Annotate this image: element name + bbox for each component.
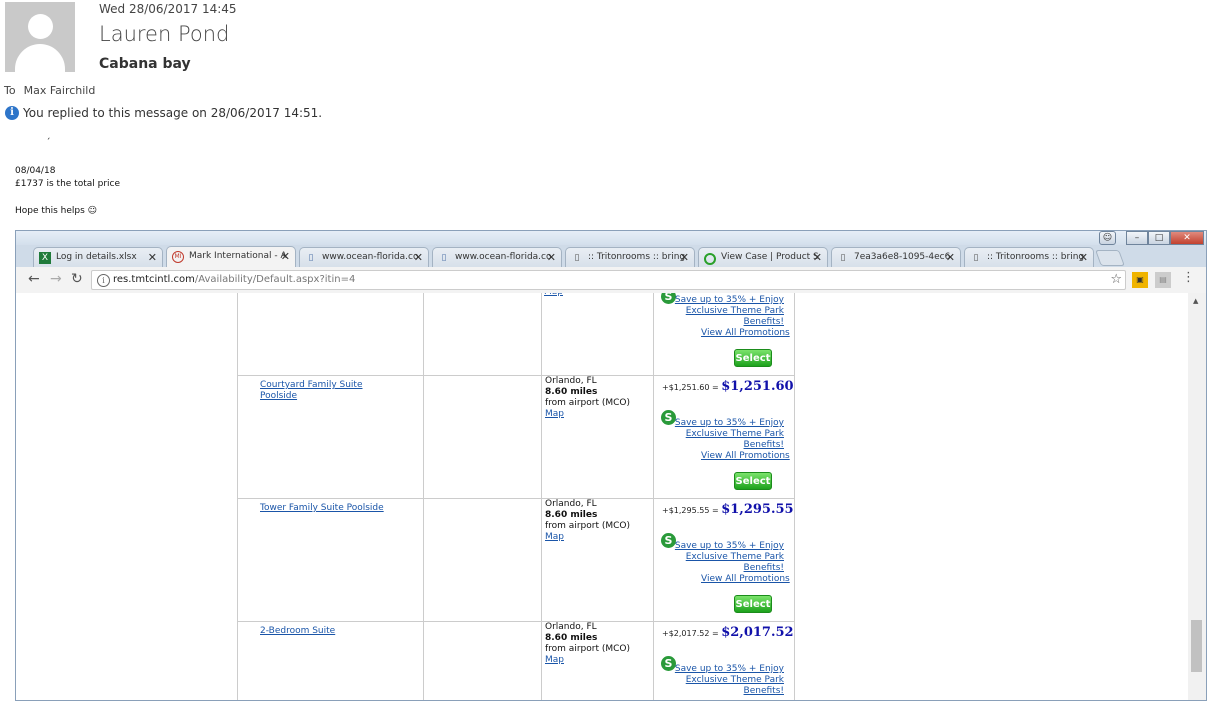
body-date-line: 08/04/18: [15, 166, 56, 176]
site-logo-icon: MI: [172, 251, 184, 263]
browser-tab[interactable]: ▯:: Tritonrooms :: bring ✕: [565, 247, 695, 268]
close-tab-icon[interactable]: ✕: [680, 251, 689, 264]
close-tab-icon[interactable]: ✕: [813, 251, 822, 264]
menu-icon[interactable]: ⋮: [1182, 270, 1195, 285]
window-title-bar: [16, 231, 1206, 245]
document-icon: ▯: [840, 253, 846, 263]
location-info: Orlando, FL 8.60 miles from airport (MCO) M…: [545, 622, 630, 665]
document-icon: ▯: [973, 253, 979, 263]
close-tab-icon[interactable]: ✕: [946, 251, 955, 264]
price-line: +$1,295.55 = $1,295.55: [662, 502, 794, 517]
browser-toolbar: ← → ↻ i res.tmtcintl.com/Availability/De…: [16, 267, 1206, 294]
view-all-promotions-link[interactable]: View All Promotions: [701, 574, 790, 584]
map-link[interactable]: Map: [545, 532, 564, 542]
replied-notice[interactable]: You replied to this message on 28/06/201…: [23, 106, 322, 120]
url-path: /Availability/Default.aspx?itin=4: [194, 274, 356, 285]
page-icon: ▯: [441, 253, 447, 263]
body-closing: Hope this helps ☺: [15, 206, 98, 216]
to-label: To: [4, 84, 16, 97]
vertical-scrollbar[interactable]: ▲: [1188, 293, 1206, 700]
document-icon: ▯: [574, 253, 580, 263]
page-icon: ▯: [308, 253, 314, 263]
browser-tab[interactable]: X Log in details.xlsx ✕: [33, 247, 163, 268]
view-all-promotions-link[interactable]: View All Promotions: [701, 451, 790, 461]
url-text[interactable]: res.tmtcintl.com/Availability/Default.as…: [113, 274, 355, 285]
minimize-button[interactable]: –: [1126, 231, 1148, 245]
browser-tab[interactable]: View Case | Product S ✕: [698, 247, 828, 268]
select-button[interactable]: Select: [734, 595, 772, 613]
location-info: Orlando, FL 8.60 miles from airport (MCO) M…: [545, 376, 630, 419]
extension-icon[interactable]: ▣: [1132, 272, 1148, 288]
location-info: Orlando, FL 8.60 miles from airport (MCO) M…: [545, 499, 630, 542]
info-icon: i: [5, 106, 19, 120]
maximize-button[interactable]: □: [1148, 231, 1170, 245]
body-price-line: £1737 is the total price: [15, 179, 121, 189]
view-all-promotions-link[interactable]: View All Promotions: [701, 328, 790, 338]
close-tab-icon[interactable]: ✕: [148, 251, 157, 264]
room-name-link[interactable]: Tower Family Suite Poolside: [260, 503, 384, 514]
tab-label: www.ocean-florida.co: [455, 252, 552, 262]
bookmark-star-icon[interactable]: ☆: [1110, 272, 1122, 287]
tab-label: :: Tritonrooms :: bring: [588, 252, 686, 262]
total-price: $1,251.60: [721, 379, 794, 394]
page-viewport: Map S Save up to 35% + EnjoyExclusive Th…: [16, 293, 1188, 700]
total-price: $1,295.55: [721, 502, 794, 517]
price-line: +$1,251.60 = $1,251.60: [662, 379, 794, 394]
message-subject: Cabana bay: [99, 56, 191, 72]
close-tab-icon[interactable]: ✕: [414, 251, 423, 264]
promo-link[interactable]: Save up to 35% + Enjoy Exclusive Theme Pa…: [652, 295, 784, 328]
price-line: +$2,017.52 = $2,017.52: [662, 625, 794, 640]
sender-avatar: [5, 2, 75, 72]
tab-label: Mark International - A: [189, 251, 287, 261]
promo-link[interactable]: Save up to 35% + Enjoy Exclusive Theme Pa…: [652, 541, 784, 574]
tab-bar: X Log in details.xlsx ✕ MI Mark Internation…: [16, 245, 1206, 268]
forward-icon[interactable]: →: [50, 271, 62, 287]
recipient-name[interactable]: Max Fairchild: [24, 84, 96, 97]
pdf-extension-icon[interactable]: ▤: [1155, 272, 1171, 288]
new-tab-button[interactable]: [1095, 250, 1125, 266]
browser-tab[interactable]: ▯ www.ocean-florida.co ✕: [299, 247, 429, 268]
user-icon[interactable]: ☺: [1099, 231, 1116, 245]
tab-label: Log in details.xlsx: [56, 252, 137, 262]
tab-label: 7ea3a6e8-1095-4ec6: [854, 252, 951, 262]
close-tab-icon[interactable]: ✕: [281, 250, 290, 263]
url-host: res.tmtcintl.com: [113, 274, 195, 285]
select-button[interactable]: Select: [734, 472, 772, 490]
browser-tab[interactable]: ▯ www.ocean-florida.co ✕: [432, 247, 562, 268]
close-tab-icon[interactable]: ✕: [1079, 251, 1088, 264]
close-window-button[interactable]: ✕: [1170, 231, 1204, 245]
service-icon: [704, 253, 716, 265]
reload-icon[interactable]: ↻: [71, 271, 83, 287]
browser-tab[interactable]: ▯:: Tritonrooms :: bring ✕: [964, 247, 1094, 268]
back-icon[interactable]: ←: [28, 271, 40, 287]
address-bar[interactable]: i res.tmtcintl.com/Availability/Default.…: [91, 270, 1126, 290]
scroll-thumb[interactable]: [1191, 620, 1202, 672]
site-info-icon[interactable]: i: [97, 274, 110, 287]
select-button[interactable]: Select: [734, 349, 772, 367]
body-fragment: ´: [46, 138, 51, 148]
sender-name[interactable]: Lauren Pond: [99, 22, 229, 46]
close-tab-icon[interactable]: ✕: [547, 251, 556, 264]
tab-label: View Case | Product S: [721, 252, 819, 262]
total-price: $2,017.52: [721, 625, 794, 640]
map-link[interactable]: Map: [545, 655, 564, 665]
browser-screenshot: ☺ – □ ✕ X Log in details.xlsx ✕ MI Mark Int…: [15, 230, 1207, 701]
browser-tab-active[interactable]: MI Mark International - A ✕: [166, 246, 296, 268]
browser-tab[interactable]: ▯ 7ea3a6e8-1095-4ec6 ✕: [831, 247, 961, 268]
scroll-up-icon[interactable]: ▲: [1193, 297, 1198, 305]
room-name-link[interactable]: Courtyard Family Suite Poolside: [260, 380, 363, 402]
promo-link[interactable]: Save up to 35% + Enjoy Exclusive Theme Pa…: [652, 418, 784, 451]
recipient-line: To Max Fairchild: [4, 84, 95, 97]
promo-link[interactable]: Save up to 35% + Enjoy Exclusive Theme Pa…: [652, 664, 784, 697]
map-link[interactable]: Map: [545, 409, 564, 419]
room-name-link[interactable]: 2-Bedroom Suite: [260, 626, 335, 637]
map-link[interactable]: Map: [544, 293, 563, 297]
excel-icon: X: [39, 252, 51, 264]
tab-label: www.ocean-florida.co: [322, 252, 419, 262]
tab-label: :: Tritonrooms :: bring: [987, 252, 1085, 262]
message-date: Wed 28/06/2017 14:45: [99, 2, 237, 16]
